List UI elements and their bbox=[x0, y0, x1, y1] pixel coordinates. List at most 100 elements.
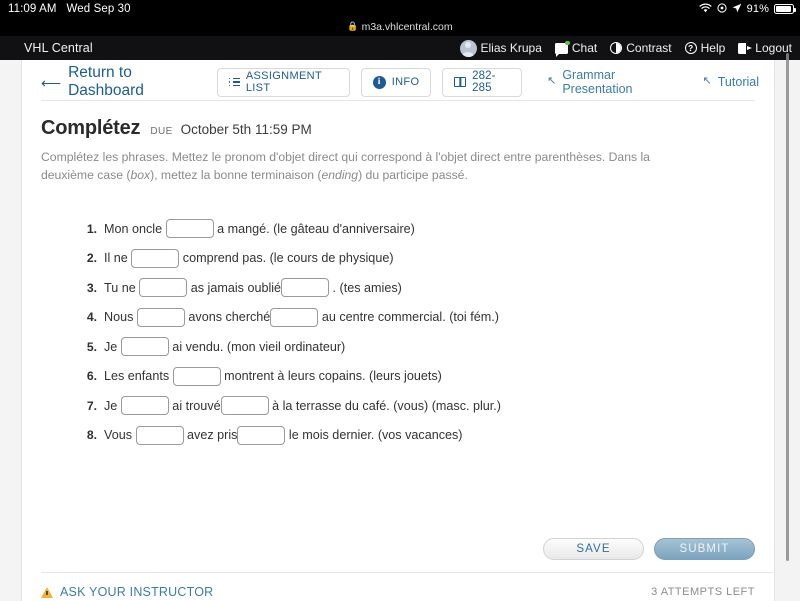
answer-input-4-1[interactable] bbox=[136, 307, 185, 327]
question-text: Nous avons cherché au centre commercial.… bbox=[104, 307, 499, 327]
answer-input-2-1[interactable] bbox=[131, 248, 180, 268]
page-wrapper: ⟵ Return to Dashboard ASSIGNMENT LIST i … bbox=[0, 53, 800, 601]
activity-footer: ASK YOUR INSTRUCTOR 3 ATTEMPTS LEFT bbox=[41, 580, 755, 601]
ask-your-instructor-button[interactable]: ASK YOUR INSTRUCTOR bbox=[41, 585, 213, 599]
back-arrow-icon: ⟵ bbox=[41, 74, 62, 91]
question-text: Les enfants montrent à leurs copains. (l… bbox=[104, 366, 442, 386]
brand-logo[interactable]: VHL Central bbox=[24, 41, 93, 55]
warning-triangle-icon bbox=[41, 586, 53, 598]
question-number: 8. bbox=[86, 428, 97, 443]
submit-button[interactable]: SUBMIT bbox=[654, 538, 755, 560]
app-header: VHL Central Elias Krupa Chat Contrast ? … bbox=[0, 36, 800, 60]
return-to-dashboard-label: Return to Dashboard bbox=[68, 64, 144, 99]
chat-button[interactable]: Chat bbox=[554, 40, 598, 57]
answer-input-5-1[interactable] bbox=[120, 337, 169, 357]
battery-percent-label: 91% bbox=[746, 3, 769, 15]
contrast-label: Contrast bbox=[626, 41, 672, 55]
question-number: 1. bbox=[86, 221, 97, 236]
pages-button[interactable]: 282-285 bbox=[442, 67, 523, 97]
logout-icon bbox=[738, 42, 753, 54]
question-text-segment: ai vendu. (mon vieil ordinateur) bbox=[168, 339, 346, 354]
activity-toolbar: ⟵ Return to Dashboard ASSIGNMENT LIST i … bbox=[23, 64, 773, 100]
question-row: 6. Les enfants montrent à leurs copains. … bbox=[75, 362, 773, 392]
due-label: DUE bbox=[150, 126, 173, 137]
question-text-segment: Il ne bbox=[104, 251, 132, 266]
question-text-segment: Nous bbox=[104, 310, 137, 325]
scrollbar-track[interactable] bbox=[774, 53, 800, 601]
chat-label: Chat bbox=[571, 41, 598, 55]
browser-url-bar[interactable]: 🔒 m3a.vhlcentral.com bbox=[0, 18, 800, 36]
location-arrow-icon bbox=[732, 3, 742, 16]
status-bar-time: 11:09 AM bbox=[8, 3, 57, 15]
question-row: 4. Nous avons cherché au centre commercia… bbox=[75, 303, 773, 333]
url-text: m3a.vhlcentral.com bbox=[361, 21, 453, 33]
question-text: Tu ne as jamais oublié . (tes amies) bbox=[104, 278, 402, 298]
question-text: Vous avez pris le mois dernier. (vos vac… bbox=[104, 425, 463, 445]
user-name-label: Elias Krupa bbox=[480, 41, 542, 55]
help-label: Help bbox=[700, 41, 726, 55]
contrast-button[interactable]: Contrast bbox=[610, 41, 672, 55]
instructions-italic-ending: ending bbox=[321, 167, 359, 182]
ask-your-instructor-label: ASK YOUR INSTRUCTOR bbox=[60, 585, 214, 599]
question-list: 1. Mon oncle a mangé. (le gâteau d'annive… bbox=[23, 214, 773, 450]
status-bar-date: Wed Sep 30 bbox=[66, 3, 131, 15]
question-text-segment: . (tes amies) bbox=[329, 280, 402, 295]
assignment-list-button[interactable]: ASSIGNMENT LIST bbox=[216, 67, 350, 97]
activity-instructions: Complétez les phrases. Mettez le pronom … bbox=[23, 140, 773, 184]
answer-input-4-2[interactable] bbox=[270, 307, 319, 327]
attempts-left-label: 3 ATTEMPTS LEFT bbox=[651, 586, 755, 598]
lock-icon: 🔒 bbox=[347, 21, 359, 31]
info-icon: i bbox=[372, 75, 386, 89]
question-text-segment: avons cherché bbox=[184, 310, 271, 325]
grammar-presentation-label: Grammar Presentation bbox=[562, 68, 633, 96]
grammar-presentation-link[interactable]: ↖ Grammar Presentation bbox=[533, 68, 688, 96]
help-button[interactable]: ? Help bbox=[684, 41, 726, 55]
answer-input-3-2[interactable] bbox=[281, 278, 330, 298]
battery-icon bbox=[774, 4, 796, 14]
question-number: 3. bbox=[86, 280, 97, 295]
question-text-segment: a mangé. (le gâteau d'anniversaire) bbox=[213, 221, 415, 236]
question-text-segment: as jamais oublié bbox=[187, 280, 282, 295]
answer-input-3-1[interactable] bbox=[139, 278, 188, 298]
logout-button[interactable]: Logout bbox=[738, 41, 792, 55]
user-account-menu[interactable]: Elias Krupa bbox=[459, 39, 542, 57]
status-bar-left: 11:09 AM Wed Sep 30 bbox=[0, 3, 131, 15]
question-row: 2. Il ne comprend pas. (le cours de physi… bbox=[75, 244, 773, 274]
scrollbar-thumb[interactable] bbox=[785, 53, 789, 561]
question-text-segment: avez pris bbox=[183, 428, 238, 443]
action-button-row: SAVE SUBMIT bbox=[543, 538, 755, 560]
question-text-segment: à la terrasse du café. (vous) (masc. plu… bbox=[268, 398, 501, 413]
save-button[interactable]: SAVE bbox=[543, 538, 644, 560]
question-row: 1. Mon oncle a mangé. (le gâteau d'annive… bbox=[75, 214, 773, 244]
instructions-line-2-post: ) du participe passé. bbox=[358, 167, 468, 182]
pages-label: 282-285 bbox=[472, 70, 496, 94]
question-text-segment: comprend pas. (le cours de physique) bbox=[179, 251, 394, 266]
status-bar-right: 91% bbox=[699, 0, 796, 18]
tutorial-link[interactable]: ↖ Tutorial bbox=[689, 75, 773, 89]
page-content: ⟵ Return to Dashboard ASSIGNMENT LIST i … bbox=[23, 60, 773, 601]
tutorial-label: Tutorial bbox=[717, 75, 759, 89]
info-button[interactable]: i INFO bbox=[360, 67, 432, 97]
page-title: Complétez bbox=[41, 117, 141, 139]
answer-input-7-2[interactable] bbox=[220, 396, 269, 416]
question-text-segment: Je bbox=[104, 398, 121, 413]
answer-input-6-1[interactable] bbox=[172, 366, 221, 386]
return-to-dashboard-button[interactable]: ⟵ Return to Dashboard bbox=[41, 64, 217, 100]
assignment-list-label: ASSIGNMENT LIST bbox=[245, 70, 322, 94]
answer-input-8-2[interactable] bbox=[237, 425, 286, 445]
answer-input-1-1[interactable] bbox=[165, 219, 214, 239]
contrast-icon bbox=[610, 42, 623, 54]
question-text-segment: Je bbox=[104, 339, 121, 354]
question-text: Je ai trouvé à la terrasse du café. (vou… bbox=[104, 396, 501, 416]
question-number: 6. bbox=[86, 369, 97, 384]
left-gutter bbox=[0, 60, 22, 601]
question-row: 7. Je ai trouvé à la terrasse du café. (v… bbox=[75, 391, 773, 421]
answer-input-7-1[interactable] bbox=[120, 396, 169, 416]
rotation-lock-icon bbox=[717, 2, 727, 16]
question-number: 4. bbox=[86, 310, 97, 325]
question-number: 7. bbox=[86, 398, 97, 413]
screen-root: 11:09 AM Wed Sep 30 91% 🔒 m3a.vhlcentral… bbox=[0, 0, 800, 601]
question-text-segment: Tu ne bbox=[104, 280, 140, 295]
header-actions: Elias Krupa Chat Contrast ? Help Logout bbox=[459, 39, 792, 57]
answer-input-8-1[interactable] bbox=[135, 425, 184, 445]
